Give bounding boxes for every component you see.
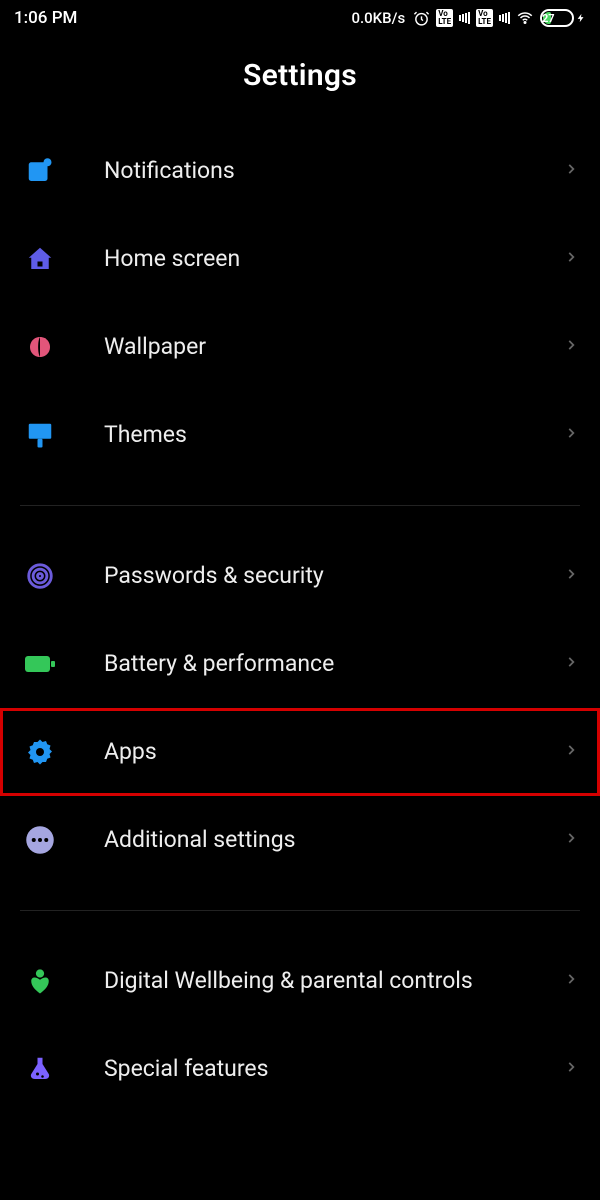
home-icon [22,241,58,277]
row-label: Digital Wellbeing & parental controls [104,966,564,996]
row-label: Apps [104,737,564,767]
signal-icon-1 [459,12,470,24]
row-apps[interactable]: Apps [0,708,600,796]
alarm-icon [413,10,430,27]
section-divider [20,910,580,911]
row-label: Special features [104,1054,564,1084]
wellbeing-icon [22,963,58,999]
chevron-right-icon [564,563,578,589]
battery-percent: 27 [542,12,572,25]
notifications-icon [22,153,58,189]
row-label: Additional settings [104,825,564,855]
chevron-right-icon [564,334,578,360]
volte-badge-1: VoLTE [436,9,453,27]
gear-icon [22,734,58,770]
row-themes[interactable]: Themes [0,391,600,479]
chevron-right-icon [564,246,578,272]
page-title: Settings [0,58,600,93]
row-home-screen[interactable]: Home screen [0,215,600,303]
wifi-icon [516,9,534,27]
network-speed: 0.0KB/s [351,9,405,27]
row-wallpaper[interactable]: Wallpaper [0,303,600,391]
row-label: Notifications [104,156,564,186]
settings-list: Notifications Home screen Wallpaper Them… [0,127,600,1113]
signal-icon-2 [499,12,510,24]
row-label: Themes [104,420,564,450]
row-digital-wellbeing[interactable]: Digital Wellbeing & parental controls [0,937,600,1025]
flask-icon [22,1051,58,1087]
section-divider [20,505,580,506]
chevron-right-icon [564,1056,578,1082]
row-label: Passwords & security [104,561,564,591]
chevron-right-icon [564,158,578,184]
chevron-right-icon [564,422,578,448]
row-passwords-security[interactable]: Passwords & security [0,532,600,620]
status-bar: 1:06 PM 0.0KB/s VoLTE VoLTE 27 [0,0,600,32]
battery-icon [22,646,58,682]
wallpaper-icon [22,329,58,365]
volte-badge-2: VoLTE [476,9,493,27]
row-label: Home screen [104,244,564,274]
chevron-right-icon [564,651,578,677]
status-time: 1:06 PM [14,8,77,28]
row-notifications[interactable]: Notifications [0,127,600,215]
row-label: Wallpaper [104,332,564,362]
row-additional-settings[interactable]: Additional settings [0,796,600,884]
battery-indicator: 27 [540,9,586,27]
more-icon [22,822,58,858]
row-special-features[interactable]: Special features [0,1025,600,1113]
fingerprint-icon [22,558,58,594]
row-label: Battery & performance [104,649,564,679]
chevron-right-icon [564,968,578,994]
chevron-right-icon [564,739,578,765]
row-battery-performance[interactable]: Battery & performance [0,620,600,708]
themes-icon [22,417,58,453]
charging-icon [576,10,586,26]
chevron-right-icon [564,827,578,853]
status-right: 0.0KB/s VoLTE VoLTE 27 [351,9,586,27]
